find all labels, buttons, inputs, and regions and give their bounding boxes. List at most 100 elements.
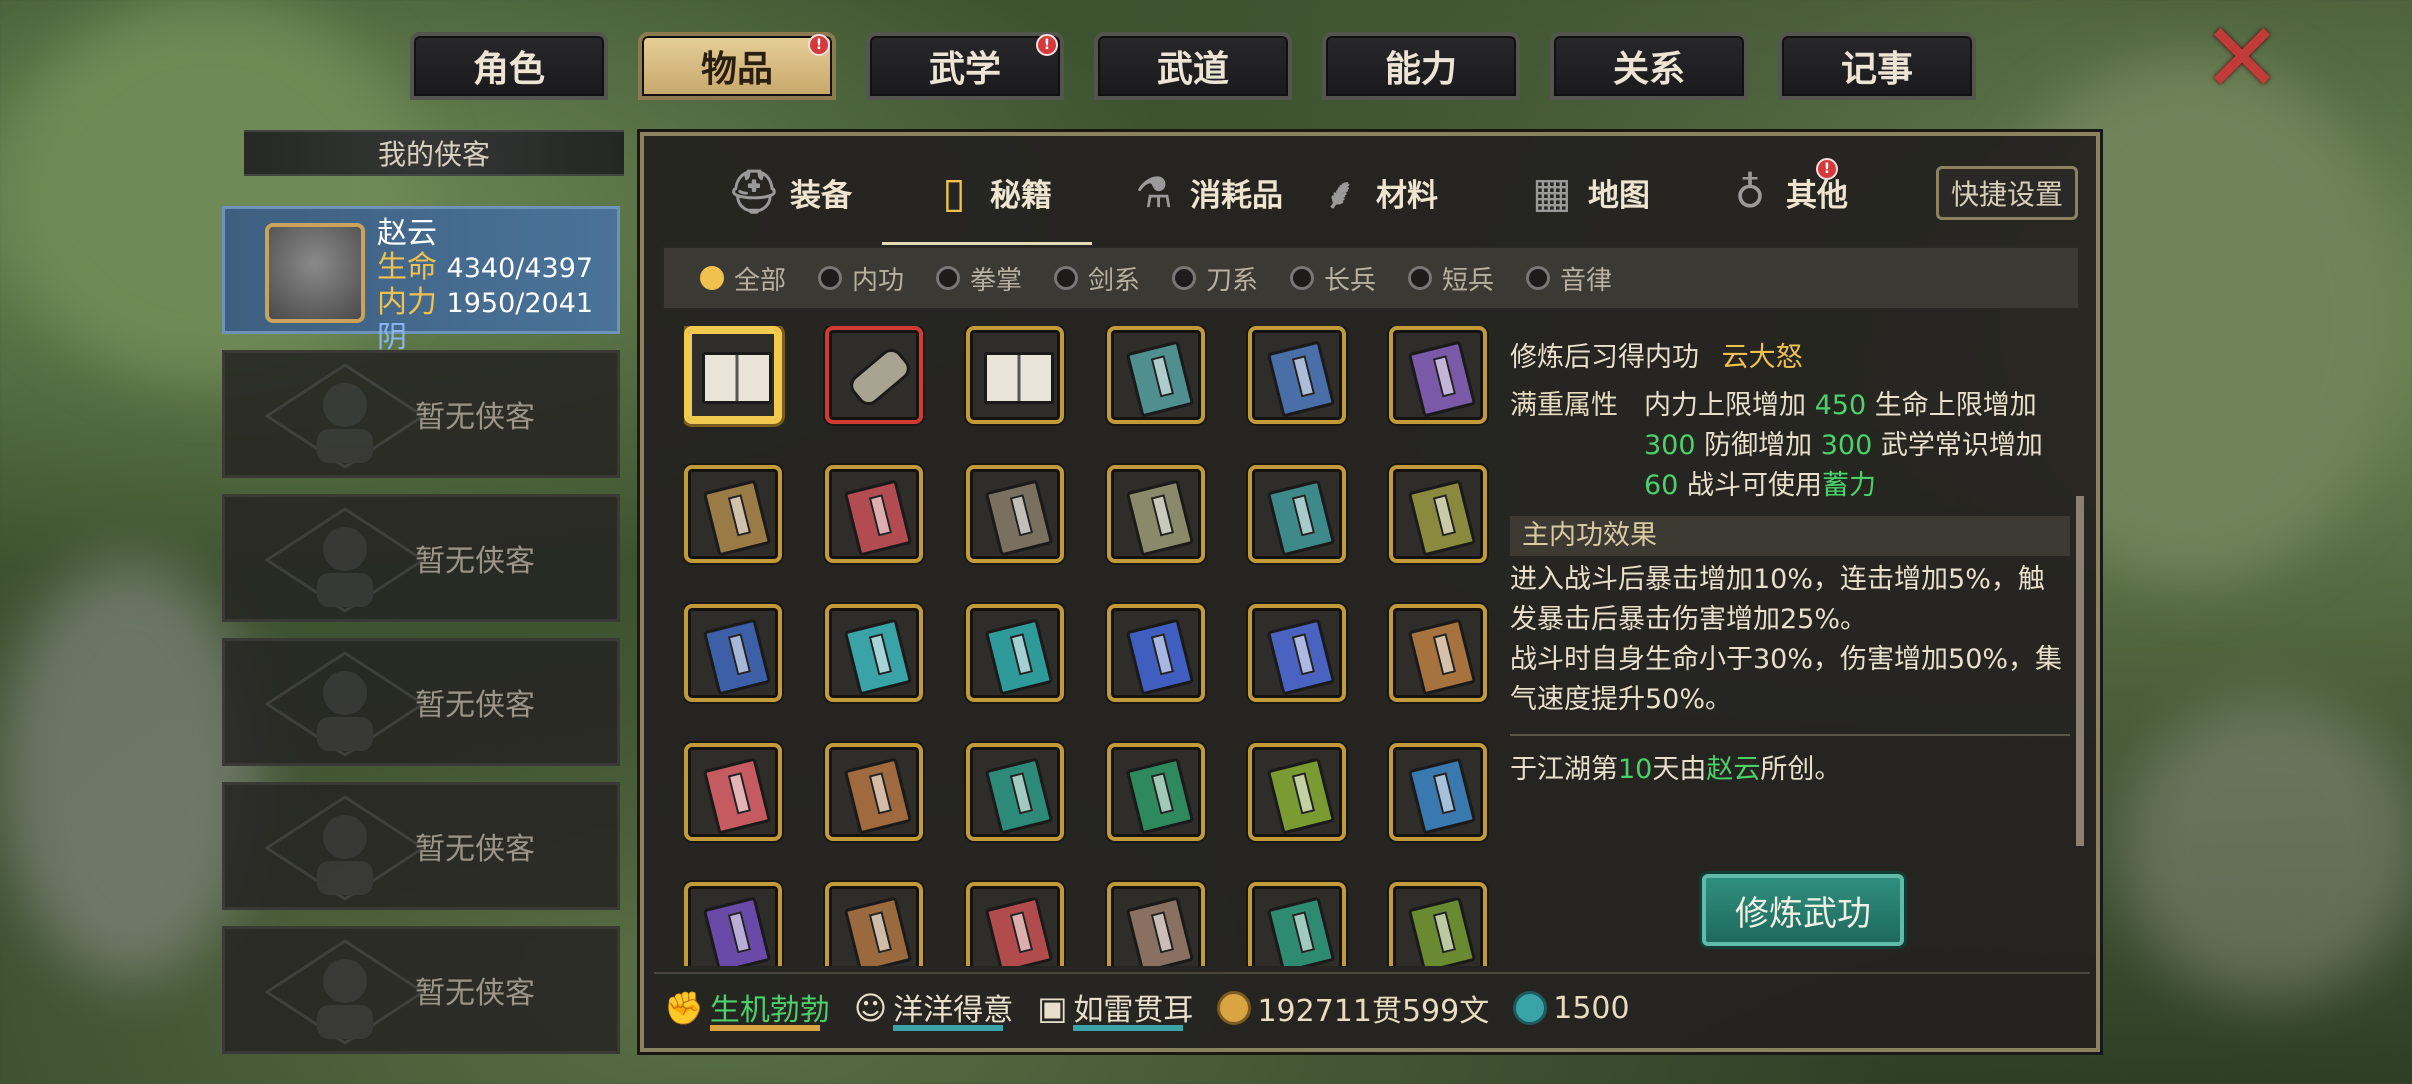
item-slot[interactable]: [684, 465, 782, 563]
filter-radio[interactable]: [1408, 266, 1432, 290]
train-button[interactable]: 修炼武功: [1702, 874, 1904, 946]
status-2: ☺ 洋洋得意: [854, 985, 1013, 1031]
category-tab-3[interactable]: ⚗ 消耗品: [1126, 156, 1283, 228]
filter-radio[interactable]: [818, 266, 842, 290]
book-icon: [1407, 618, 1477, 696]
item-slot[interactable]: [1107, 604, 1205, 702]
roster-card-empty[interactable]: 暂无侠客: [222, 350, 620, 478]
text-run: 战斗可使用: [1678, 470, 1822, 501]
filter-radio[interactable]: [936, 266, 960, 290]
filter-1[interactable]: 全部: [700, 248, 786, 308]
item-slot[interactable]: [966, 465, 1064, 563]
category-tab-2[interactable]: ▯ 秘籍: [926, 156, 1052, 228]
filter-radio[interactable]: [1290, 266, 1314, 290]
full-attr-text: 内力上限增加 450 生命上限增加 300 防御增加 300 武学常识增加 60…: [1644, 386, 2054, 506]
filter-radio[interactable]: [1054, 266, 1078, 290]
filter-7[interactable]: 短兵: [1408, 248, 1494, 308]
item-slot[interactable]: [966, 604, 1064, 702]
item-slot[interactable]: [1389, 604, 1487, 702]
item-slot[interactable]: [1389, 465, 1487, 563]
fame-icon: ▣: [1037, 989, 1068, 1027]
item-slot[interactable]: [825, 604, 923, 702]
close-icon[interactable]: ✕: [2200, 10, 2284, 106]
item-slot[interactable]: [966, 326, 1064, 424]
status-bar: ✊ 生机勃勃 ☺ 洋洋得意 ▣ 如雷贯耳 192711贯599文 1500: [654, 972, 2090, 1042]
item-slot[interactable]: [966, 882, 1064, 966]
filter-5[interactable]: 刀系: [1172, 248, 1258, 308]
filter-2[interactable]: 内功: [818, 248, 904, 308]
tab-7[interactable]: 记事: [1778, 32, 1976, 100]
item-slot[interactable]: [1107, 743, 1205, 841]
notification-badge: !: [1036, 34, 1058, 56]
item-slot[interactable]: [966, 743, 1064, 841]
text-run: 赵云: [1706, 754, 1761, 785]
category-tab-5[interactable]: ▦ 地图: [1524, 156, 1650, 228]
roster-card-empty[interactable]: 暂无侠客: [222, 638, 620, 766]
item-slot[interactable]: [684, 604, 782, 702]
scroll-thumb[interactable]: [2076, 496, 2084, 846]
category-tab-4[interactable]: ⸙ 材料: [1312, 156, 1438, 228]
roster-card-empty[interactable]: 暂无侠客: [222, 494, 620, 622]
tab-6[interactable]: 关系: [1550, 32, 1748, 100]
book-icon: [1125, 618, 1195, 696]
tab-label: 武学: [928, 49, 1001, 90]
item-slot[interactable]: [825, 465, 923, 563]
category-label: 材料: [1376, 177, 1438, 214]
tab-label: 武道: [1156, 49, 1229, 90]
filter-radio[interactable]: [1526, 266, 1550, 290]
item-slot[interactable]: [825, 882, 923, 966]
item-slot[interactable]: [1107, 465, 1205, 563]
filter-6[interactable]: 长兵: [1290, 248, 1376, 308]
tab-4[interactable]: 武道: [1094, 32, 1292, 100]
filter-radio[interactable]: [1172, 266, 1196, 290]
potion-icon: ⚗: [1135, 167, 1173, 217]
quick-settings-button[interactable]: 快捷设置: [1936, 166, 2078, 220]
filter-4[interactable]: 剑系: [1054, 248, 1140, 308]
text-run: 10: [1618, 754, 1653, 785]
filter-radio[interactable]: [700, 266, 724, 290]
status-3: ▣ 如雷贯耳: [1037, 985, 1193, 1031]
open-book-icon: [702, 352, 772, 404]
item-slot[interactable]: [1248, 604, 1346, 702]
filter-8[interactable]: 音律: [1526, 248, 1612, 308]
book-icon: [843, 896, 913, 966]
silhouette-icon: [265, 507, 425, 613]
item-slot[interactable]: [1389, 882, 1487, 966]
filter-label: 全部: [734, 265, 787, 296]
item-slot[interactable]: [1248, 743, 1346, 841]
item-slot[interactable]: [1107, 326, 1205, 424]
strength-icon: ✊: [664, 989, 704, 1027]
item-slot[interactable]: [1389, 326, 1487, 424]
herb-icon: ⸙: [1324, 168, 1356, 218]
roster-card-selected[interactable]: 赵云 生命 4340/4397 内力 1950/2041 阴: [222, 206, 620, 355]
item-slot[interactable]: [825, 326, 923, 424]
category-tab-6[interactable]: ♁ 其他!: [1722, 156, 1848, 228]
roster-card-empty[interactable]: 暂无侠客: [222, 926, 620, 1054]
avatar: [265, 223, 365, 323]
tab-5[interactable]: 能力: [1322, 32, 1520, 100]
tab-3[interactable]: 武学!: [866, 32, 1064, 100]
book-icon: [1407, 757, 1477, 835]
category-label: 其他: [1786, 177, 1848, 214]
tab-2[interactable]: 物品!: [638, 32, 836, 100]
item-slot[interactable]: [1248, 882, 1346, 966]
category-label: 秘籍: [990, 177, 1052, 214]
gem-display: 1500: [1513, 991, 1630, 1026]
book-icon: [1125, 340, 1195, 418]
item-slot[interactable]: [1248, 465, 1346, 563]
roster-card-empty[interactable]: 暂无侠客: [222, 782, 620, 910]
item-slot[interactable]: [1107, 882, 1205, 966]
item-slot[interactable]: [1389, 743, 1487, 841]
detail-scrollbar[interactable]: [2076, 326, 2084, 846]
category-tab-1[interactable]: ⛑ 装备: [726, 156, 852, 228]
item-slot[interactable]: [825, 743, 923, 841]
item-slot[interactable]: [684, 743, 782, 841]
empty-slot-label: 暂无侠客: [415, 976, 535, 1011]
filter-3[interactable]: 拳掌: [936, 248, 1022, 308]
item-slot[interactable]: [684, 882, 782, 966]
text-run: 蓄力: [1821, 470, 1876, 501]
item-slot[interactable]: [1248, 326, 1346, 424]
item-slot[interactable]: [684, 326, 782, 424]
book-icon: [984, 618, 1054, 696]
tab-1[interactable]: 角色: [410, 32, 608, 100]
